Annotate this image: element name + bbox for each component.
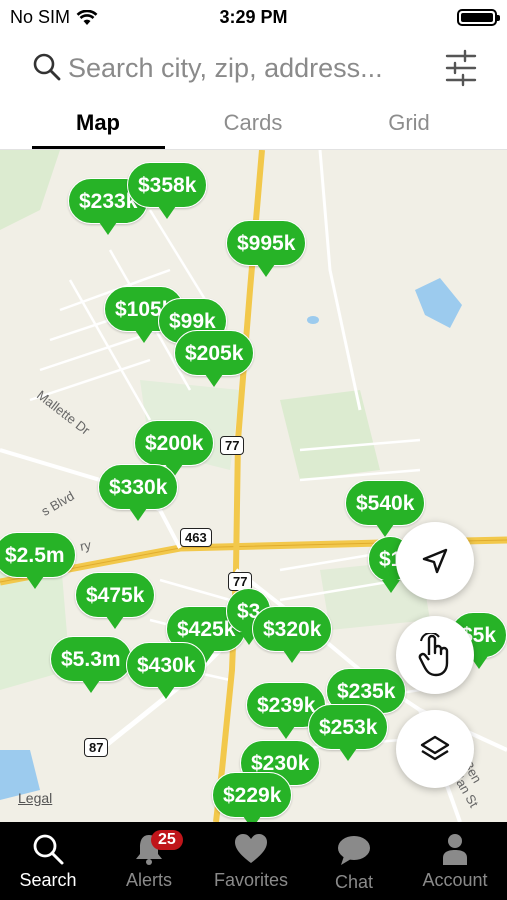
filter-sliders-icon[interactable] <box>445 48 477 88</box>
map-view[interactable]: Mallette Dr s Blvd ry N Ben Jordan St 77… <box>0 150 507 822</box>
search-bar: Search city, zip, address... <box>0 44 507 94</box>
heart-icon <box>235 834 267 863</box>
price-pin[interactable]: $320k <box>252 606 333 663</box>
price-pin[interactable]: $229k <box>212 772 293 822</box>
price-pin[interactable]: $200k <box>134 420 215 477</box>
price-pin[interactable]: $253k <box>308 704 389 761</box>
bottom-navigation: Search 25 Alerts Favorites Chat Account <box>0 822 507 900</box>
nav-account-label: Account <box>422 870 488 890</box>
tab-cards[interactable]: Cards <box>188 110 318 136</box>
hand-pointer-icon <box>418 633 449 677</box>
nav-search[interactable]: Search <box>0 822 98 900</box>
price-pin[interactable]: $358k <box>127 162 208 219</box>
search-icon <box>33 834 64 865</box>
route-shield: 77 <box>220 436 245 455</box>
person-icon <box>443 834 467 865</box>
status-bar: No SIM 3:29 PM <box>0 0 507 36</box>
nav-alerts[interactable]: 25 Alerts <box>99 822 199 900</box>
view-tabs: Map Cards Grid <box>0 104 507 150</box>
search-icon[interactable] <box>32 52 62 82</box>
price-pin[interactable]: $540k <box>345 480 426 537</box>
nav-favorites[interactable]: Favorites <box>201 822 301 900</box>
nav-search-label: Search <box>19 870 77 890</box>
tab-grid[interactable]: Grid <box>344 110 474 136</box>
locate-me-button[interactable] <box>396 522 474 600</box>
price-pin[interactable]: $995k <box>226 220 307 277</box>
nav-alerts-label: Alerts <box>125 870 172 890</box>
nav-favorites-label: Favorites <box>213 870 289 890</box>
nav-chat[interactable]: Chat <box>304 822 404 900</box>
route-shield: 463 <box>180 528 212 547</box>
map-layers-button[interactable] <box>396 710 474 788</box>
active-tab-indicator <box>32 146 165 149</box>
draw-search-button[interactable] <box>396 616 474 694</box>
legal-link[interactable]: Legal <box>18 790 52 806</box>
tab-map[interactable]: Map <box>33 110 163 136</box>
price-pin[interactable]: $2.5m <box>0 532 76 589</box>
clock: 3:29 PM <box>219 7 288 27</box>
price-pin[interactable]: $430k <box>126 642 207 699</box>
price-pin[interactable]: $330k <box>98 464 179 521</box>
navigation-arrow-icon <box>422 548 448 574</box>
route-shield: 87 <box>84 738 109 757</box>
alerts-count-badge: 25 <box>151 830 183 850</box>
street-label: ry <box>78 537 93 554</box>
search-input[interactable]: Search city, zip, address... <box>68 53 428 84</box>
nav-account[interactable]: Account <box>405 822 505 900</box>
battery-icon <box>457 9 500 26</box>
price-pin[interactable]: $475k <box>75 572 156 629</box>
nav-chat-label: Chat <box>334 872 374 892</box>
layers-icon <box>420 735 450 761</box>
price-pin[interactable]: $5.3m <box>50 636 132 693</box>
chat-icon <box>338 836 370 865</box>
price-pin[interactable]: $205k <box>174 330 255 387</box>
